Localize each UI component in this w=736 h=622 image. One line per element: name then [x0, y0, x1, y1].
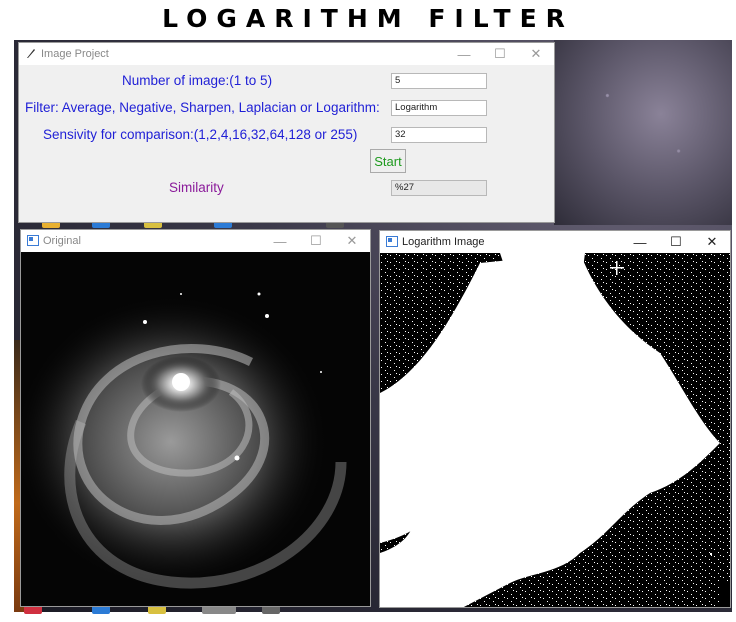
maximize-button[interactable]: ☐ [298, 230, 334, 252]
original-window: Original — ☐ ✕ [20, 229, 371, 607]
minimize-button[interactable]: — [262, 230, 298, 252]
sensitivity-label: Sensivity for comparison:(1,2,4,16,32,64… [43, 127, 358, 142]
close-button[interactable]: ✕ [694, 231, 730, 253]
logarithm-filtered-image [380, 253, 730, 607]
logarithm-picture [380, 253, 730, 607]
image-count-label: Number of image:(1 to 5) [122, 73, 273, 88]
image-count-input[interactable]: 5 [391, 73, 487, 89]
window-title: Image Project [41, 48, 109, 60]
original-galaxy-image [21, 252, 370, 606]
start-button[interactable]: Start [370, 149, 406, 173]
feather-icon [27, 49, 35, 58]
title-bar[interactable]: Original — ☐ ✕ [21, 230, 370, 252]
title-bar[interactable]: Logarithm Image — ☐ ✕ [380, 231, 730, 253]
close-button[interactable]: ✕ [518, 43, 554, 65]
sensitivity-input[interactable]: 32 [391, 127, 487, 143]
window-title: Logarithm Image [402, 236, 485, 248]
image-project-window: Image Project — ☐ ✕ Number of image:(1 t… [18, 42, 555, 223]
window-title: Original [43, 235, 81, 247]
similarity-output: %27 [391, 180, 487, 196]
close-button[interactable]: ✕ [334, 230, 370, 252]
galaxy-picture [21, 252, 370, 606]
filter-input[interactable]: Logarithm [391, 100, 487, 116]
filter-label: Filter: Average, Negative, Sharpen, Lapl… [25, 100, 380, 115]
title-bar[interactable]: Image Project — ☐ ✕ [19, 43, 554, 65]
desktop-wallpaper-stars [554, 40, 732, 225]
slide-heading: LOGARITHM FILTER [162, 4, 574, 33]
logarithm-window: Logarithm Image — ☐ ✕ [379, 230, 731, 608]
image-window-icon [27, 235, 39, 246]
similarity-label: Similarity [169, 180, 224, 195]
maximize-button[interactable]: ☐ [658, 231, 694, 253]
minimize-button[interactable]: — [622, 231, 658, 253]
image-window-icon [386, 236, 398, 247]
minimize-button[interactable]: — [446, 43, 482, 65]
maximize-button[interactable]: ☐ [482, 43, 518, 65]
